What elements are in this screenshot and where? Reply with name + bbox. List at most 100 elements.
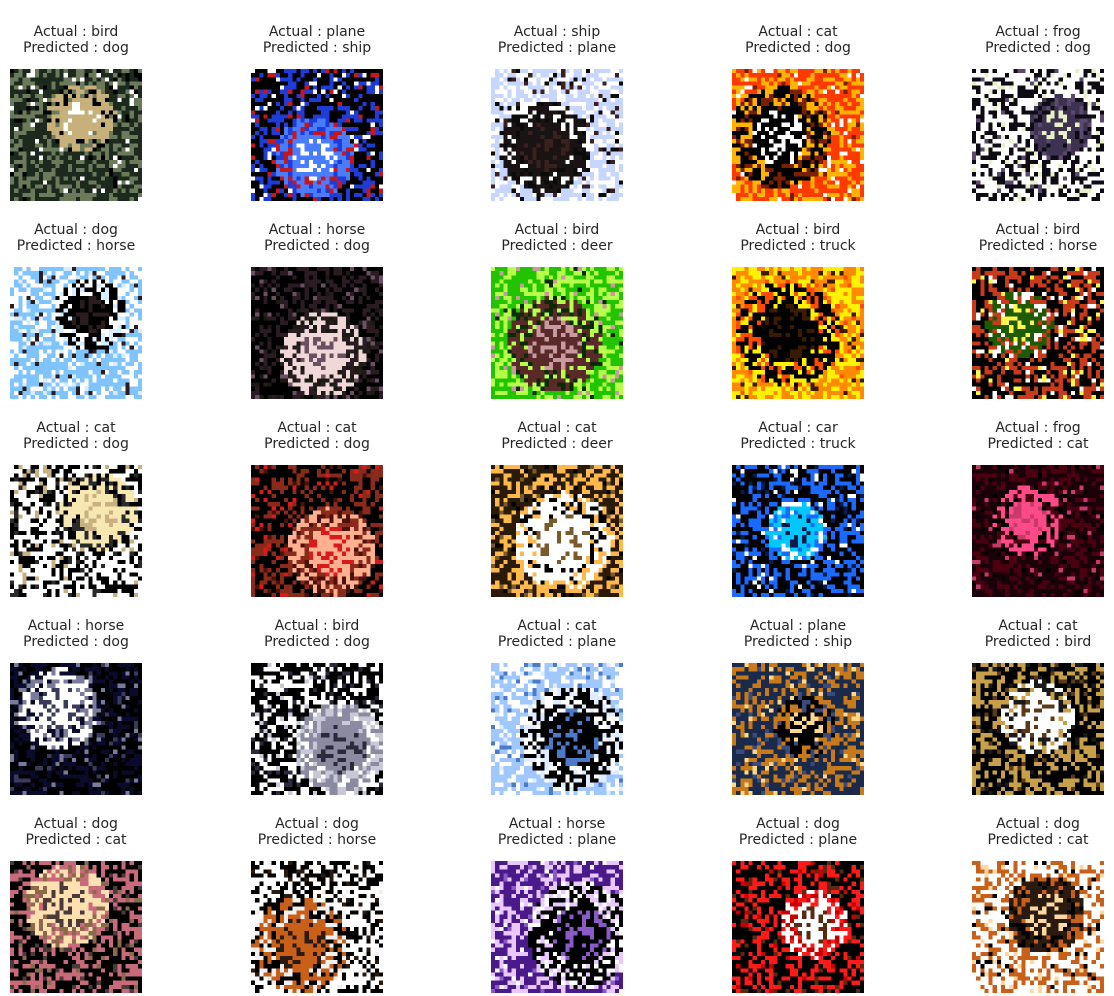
- actual-label: Actual : plane: [749, 618, 847, 634]
- actual-label: Actual : dog: [275, 816, 359, 832]
- predicted-label: Predicted : truck: [740, 436, 856, 452]
- predicted-label: Predicted : dog: [23, 40, 129, 56]
- cat-black-on-white-image: [10, 465, 142, 597]
- actual-label: Actual : plane: [268, 24, 366, 40]
- panel-frog-dark-magenta: Actual : frog Predicted : cat: [948, 420, 1114, 600]
- actual-label: Actual : bird: [33, 24, 119, 40]
- panel-bird-red-on-branch: Actual : bird Predicted : horse: [948, 222, 1114, 402]
- plane-dark-orange-image: [732, 663, 864, 795]
- panel-dog-on-beach: Actual : dog Predicted : horse: [0, 222, 166, 402]
- actual-label: Actual : cat: [998, 618, 1078, 634]
- dog-dark-closeup-image: [10, 861, 142, 993]
- panel-cat-black-on-white: Actual : cat Predicted : dog: [0, 420, 166, 600]
- actual-label: Actual : bird: [514, 222, 600, 238]
- actual-label: Actual : frog: [995, 420, 1081, 436]
- predicted-label: Predicted : cat: [25, 832, 127, 848]
- actual-label: Actual : dog: [756, 816, 840, 832]
- panel-horse-dark-blue: Actual : horse Predicted : dog: [0, 618, 166, 798]
- panel-frog-dark-blob: Actual : frog Predicted : dog: [948, 24, 1114, 204]
- actual-label: Actual : cat: [517, 618, 597, 634]
- panel-cat-dark-red: Actual : cat Predicted : dog: [227, 420, 407, 600]
- panel-horse-dark-scene: Actual : horse Predicted : dog: [227, 222, 407, 402]
- predicted-label: Predicted : horse: [978, 238, 1098, 254]
- actual-label: Actual : dog: [34, 816, 118, 832]
- bird-white-dark-image: [251, 663, 383, 795]
- predicted-label: Predicted : dog: [23, 436, 129, 452]
- predicted-label: Predicted : dog: [745, 40, 851, 56]
- bird-red-on-branch-image: [972, 267, 1104, 399]
- panel-dog-doberman-white: Actual : dog Predicted : horse: [227, 816, 407, 996]
- dog-gold-on-white-image: [972, 861, 1104, 993]
- panel-cat-on-orange: Actual : cat Predicted : dog: [708, 24, 888, 204]
- panel-dog-gold-on-white: Actual : dog Predicted : cat: [948, 816, 1114, 996]
- cat-on-orange-image: [732, 69, 864, 201]
- predicted-label: Predicted : deer: [501, 436, 613, 452]
- cat-tabby-face-image: [491, 465, 623, 597]
- predicted-label: Predicted : deer: [501, 238, 613, 254]
- panel-cat-tabby-face: Actual : cat Predicted : deer: [467, 420, 647, 600]
- frog-dark-magenta-image: [972, 465, 1104, 597]
- bird-yellow-stripes-image: [732, 267, 864, 399]
- actual-label: Actual : dog: [34, 222, 118, 238]
- prediction-grid: Actual : bird Predicted : dog Actual : pla…: [0, 0, 1114, 995]
- panel-dog-dark-closeup: Actual : dog Predicted : cat: [0, 816, 166, 996]
- actual-label: Actual : cat: [277, 420, 357, 436]
- predicted-label: Predicted : cat: [987, 436, 1089, 452]
- panel-horse-purple-sky: Actual : horse Predicted : plane: [467, 816, 647, 996]
- panel-car-blue-dark: Actual : car Predicted : truck: [708, 420, 888, 600]
- car-blue-dark-image: [732, 465, 864, 597]
- predicted-label: Predicted : dog: [264, 436, 370, 452]
- frog-dark-blob-image: [972, 69, 1104, 201]
- actual-label: Actual : bird: [995, 222, 1081, 238]
- cat-dark-gold-image: [972, 663, 1104, 795]
- predicted-label: Predicted : ship: [262, 40, 372, 56]
- bird-green-grass-image: [491, 267, 623, 399]
- predicted-label: Predicted : dog: [264, 634, 370, 650]
- cat-white-blue-image: [491, 663, 623, 795]
- panel-plane-dark-orange: Actual : plane Predicted : ship: [708, 618, 888, 798]
- predicted-label: Predicted : plane: [497, 634, 617, 650]
- actual-label: Actual : car: [758, 420, 838, 436]
- predicted-label: Predicted : dog: [23, 634, 129, 650]
- actual-label: Actual : horse: [508, 816, 606, 832]
- panel-plane-in-blue-circle: Actual : plane Predicted : ship: [227, 24, 407, 204]
- panel-ship-dark-hull: Actual : ship Predicted : plane: [467, 24, 647, 204]
- actual-label: Actual : frog: [995, 24, 1081, 40]
- horse-dark-scene-image: [251, 267, 383, 399]
- predicted-label: Predicted : plane: [497, 40, 617, 56]
- panel-bird-perched-branch: Actual : bird Predicted : dog: [0, 24, 166, 204]
- plane-in-blue-circle-image: [251, 69, 383, 201]
- horse-dark-blue-image: [10, 663, 142, 795]
- predicted-label: Predicted : dog: [264, 238, 370, 254]
- predicted-label: Predicted : dog: [985, 40, 1091, 56]
- actual-label: Actual : cat: [36, 420, 116, 436]
- panel-bird-yellow-stripes: Actual : bird Predicted : truck: [708, 222, 888, 402]
- panel-cat-white-blue: Actual : cat Predicted : plane: [467, 618, 647, 798]
- actual-label: Actual : cat: [517, 420, 597, 436]
- predicted-label: Predicted : horse: [257, 832, 377, 848]
- ship-dark-hull-image: [491, 69, 623, 201]
- predicted-label: Predicted : truck: [740, 238, 856, 254]
- panel-dog-red-chair: Actual : dog Predicted : plane: [708, 816, 888, 996]
- actual-label: Actual : horse: [27, 618, 125, 634]
- actual-label: Actual : ship: [513, 24, 601, 40]
- predicted-label: Predicted : horse: [16, 238, 136, 254]
- actual-label: Actual : dog: [996, 816, 1080, 832]
- dog-red-chair-image: [732, 861, 864, 993]
- dog-on-beach-image: [10, 267, 142, 399]
- predicted-label: Predicted : plane: [738, 832, 858, 848]
- actual-label: Actual : bird: [274, 618, 360, 634]
- cat-dark-red-image: [251, 465, 383, 597]
- panel-cat-dark-gold: Actual : cat Predicted : bird: [948, 618, 1114, 798]
- predicted-label: Predicted : ship: [743, 634, 853, 650]
- horse-purple-sky-image: [491, 861, 623, 993]
- actual-label: Actual : bird: [755, 222, 841, 238]
- panel-bird-green-grass: Actual : bird Predicted : deer: [467, 222, 647, 402]
- dog-doberman-white-image: [251, 861, 383, 993]
- panel-bird-white-dark: Actual : bird Predicted : dog: [227, 618, 407, 798]
- actual-label: Actual : horse: [268, 222, 366, 238]
- predicted-label: Predicted : plane: [497, 832, 617, 848]
- actual-label: Actual : cat: [758, 24, 838, 40]
- bird-perched-branch-image: [10, 69, 142, 201]
- predicted-label: Predicted : bird: [984, 634, 1092, 650]
